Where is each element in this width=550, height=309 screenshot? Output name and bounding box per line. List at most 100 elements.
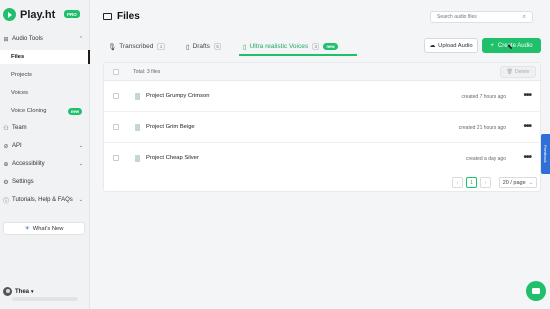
feedback-tab[interactable]: Feedback [541, 134, 550, 174]
select-all-checkbox[interactable] [113, 69, 119, 75]
search-input[interactable] [437, 14, 517, 20]
created-time: created 21 hours ago [458, 125, 506, 131]
nav-audio-tools[interactable]: ⊞ Audio Tools ⌃ [0, 33, 90, 45]
delete-label: Delete [514, 69, 530, 75]
next-page-button[interactable]: › [480, 177, 491, 188]
gear-icon: ⚙ [3, 179, 9, 186]
upload-icon: ☁ [429, 42, 436, 49]
file-name[interactable]: Project Grim Beige [146, 124, 195, 130]
api-icon: ⊘ [3, 143, 9, 150]
upload-audio-button[interactable]: ☁ Upload Audio [424, 38, 478, 53]
sidebar-item-voices[interactable]: Voices [0, 86, 90, 100]
row-checkbox[interactable] [113, 93, 119, 99]
play-logo-icon [3, 8, 16, 21]
file-icon [135, 124, 140, 131]
pro-badge: PRO [64, 10, 80, 18]
delete-button[interactable]: 🗑︎ Delete [500, 66, 536, 78]
whats-new-label: What's New [32, 225, 64, 232]
chevron-down-icon: ⌄ [78, 161, 83, 167]
more-options-icon[interactable]: ••• [523, 121, 531, 132]
chevron-down-icon: ⌄ [78, 143, 83, 149]
sidebar: Play.ht PRO ⊞ Audio Tools ⌃ Files Projec… [0, 0, 90, 309]
nav-accessibility[interactable]: ⊕ Accessibility ⌄ [0, 158, 90, 170]
more-options-icon[interactable]: ••• [523, 90, 531, 101]
tab-transcribed[interactable]: 🎙︎ Transcribed 1 [108, 38, 165, 55]
prev-page-button[interactable]: ‹ [452, 177, 463, 188]
sidebar-item-voice-cloning[interactable]: Voice Cloning new [0, 104, 90, 118]
nav-label: Settings [12, 179, 34, 185]
nav-label: Voice Cloning [11, 108, 47, 114]
table-header: Total: 3 files 🗑︎ Delete [104, 63, 540, 81]
row-checkbox[interactable] [113, 155, 119, 161]
nav-label: API [12, 143, 22, 149]
new-badge: new [323, 43, 338, 50]
user-menu[interactable]: Thea ▾ [3, 287, 34, 296]
page-title: Files [103, 11, 140, 22]
tab-count: 3 [312, 43, 320, 50]
chevron-down-icon: ⌄ [528, 179, 534, 186]
file-name[interactable]: Project Grumpy Crimson [146, 93, 209, 99]
page-size-value: 20 / page [502, 179, 526, 186]
search-box[interactable]: ⌕ [430, 11, 533, 23]
created-time: created 7 hours ago [461, 94, 506, 100]
row-checkbox[interactable] [113, 124, 119, 130]
chevron-down-icon: ⌄ [78, 197, 83, 203]
sidebar-item-projects[interactable]: Projects [0, 68, 90, 82]
nav-settings[interactable]: ⚙ Settings [0, 176, 90, 188]
nav-label: Accessibility [12, 161, 45, 167]
team-icon: ⚇ [3, 125, 9, 132]
logo[interactable]: Play.ht [3, 8, 55, 21]
avatar [3, 287, 12, 296]
active-tab-indicator [239, 54, 357, 56]
upload-label: Upload Audio [438, 42, 473, 49]
table-row[interactable]: Project Grim Beige created 21 hours ago … [104, 112, 540, 143]
nav-label: Projects [11, 72, 32, 78]
mic-icon: 🎙︎ [108, 43, 117, 51]
nav-label: Team [12, 125, 27, 131]
page-size-select[interactable]: 20 / page ⌄ [499, 177, 537, 188]
pagination: ‹ 1 › 20 / page ⌄ [452, 177, 537, 188]
sidebar-item-files[interactable]: Files [0, 50, 90, 64]
nav-label: Tutorials, Help & FAQs [12, 197, 73, 203]
chevron-up-icon: ⌃ [78, 36, 83, 42]
search-icon: ⌕ [522, 13, 526, 20]
tab-drafts[interactable]: ▯ Drafts 5 [186, 38, 222, 55]
nav-label: Voices [11, 90, 29, 96]
audio-tools-icon: ⊞ [3, 36, 9, 43]
total-files: Total: 3 files [133, 68, 161, 75]
accessibility-icon: ⊕ [3, 161, 9, 168]
file-name[interactable]: Project Cheap Silver [146, 155, 199, 161]
files-table: Total: 3 files 🗑︎ Delete Project Grumpy … [103, 62, 541, 192]
file-icon [135, 155, 140, 162]
nav-label: Audio Tools [12, 36, 43, 42]
new-badge: new [67, 107, 82, 115]
page-title-text: Files [117, 11, 140, 22]
chat-button[interactable] [526, 281, 546, 301]
tab-count: 1 [157, 43, 165, 50]
more-options-icon[interactable]: ••• [523, 152, 531, 163]
folder-icon [103, 13, 112, 20]
nav-team[interactable]: ⚇ Team [0, 122, 90, 134]
document-icon: ▯ [186, 43, 190, 51]
file-icon [135, 93, 140, 100]
brand-name: Play.ht [20, 8, 56, 21]
created-time: created a day ago [465, 156, 506, 162]
cursor-icon: ⬉ [507, 44, 513, 51]
tab-label: Drafts [192, 43, 210, 50]
trash-icon: 🗑︎ [506, 69, 513, 75]
tab-label: Ultra realistic Voices [249, 43, 309, 50]
table-row[interactable]: Project Grumpy Crimson created 7 hours a… [104, 81, 540, 112]
table-row[interactable]: Project Cheap Silver created a day ago •… [104, 143, 540, 174]
tab-label: Transcribed [119, 43, 154, 50]
document-icon: ▯ [243, 43, 247, 51]
nav-api[interactable]: ⊘ API ⌄ [0, 140, 90, 152]
tab-ultra-realistic-voices[interactable]: ▯ Ultra realistic Voices 3 new [243, 38, 338, 55]
caret-down-icon: ▾ [31, 288, 34, 295]
page-button-1[interactable]: 1 [466, 177, 477, 188]
user-bar [12, 297, 78, 301]
whats-new-button[interactable]: ☀ What's New [3, 222, 85, 235]
nav-tutorials[interactable]: ⓘ Tutorials, Help & FAQs ⌄ [0, 194, 90, 206]
lightbulb-icon: ☀ [24, 225, 30, 232]
nav-label: Files [11, 54, 25, 60]
create-label: Create Audio [497, 42, 533, 49]
